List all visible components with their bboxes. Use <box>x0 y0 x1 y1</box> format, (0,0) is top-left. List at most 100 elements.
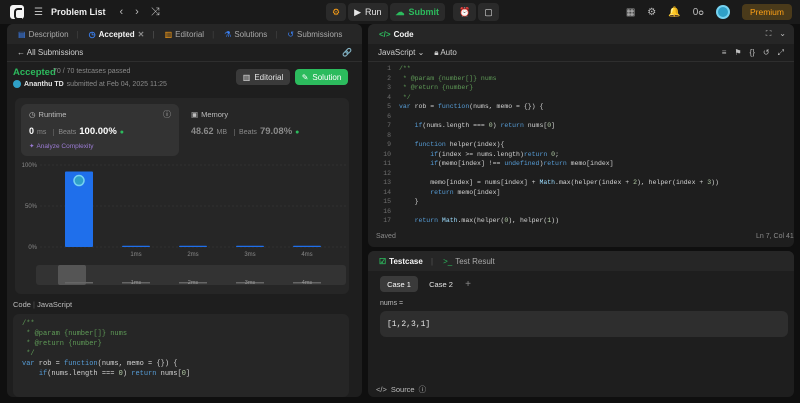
leetcode-logo-icon[interactable] <box>10 5 24 20</box>
code-line: var rob = function(nums, memo = {}) { <box>399 103 544 110</box>
memory-beats-value: 79.08% <box>259 126 293 137</box>
runtime-value: 0 <box>29 126 35 136</box>
code-icon: </> <box>376 385 387 394</box>
tab-solutions[interactable]: ⚗ Solutions | <box>219 24 282 44</box>
tab-testcase[interactable]: ☑ Testcase | <box>374 251 438 271</box>
nums-input-field[interactable]: [1,2,3,1] <box>380 311 788 337</box>
share-link-icon[interactable]: 🔗 <box>342 48 352 57</box>
line-number: 2 <box>387 74 391 82</box>
submitted-at: submitted at Feb 04, 2025 11:25 <box>66 80 167 88</box>
memory-card[interactable]: ▣ Memory 48.62 MB Beats 79.08% ● <box>185 104 343 156</box>
tab-accepted[interactable]: ◷ Accepted ✕ | <box>84 24 160 44</box>
code-line: * @return {number} <box>399 84 474 91</box>
tab-editorial[interactable]: ▥ Editorial | <box>160 24 220 44</box>
line-number: 4 <box>387 93 391 101</box>
code-line: if(nums.length === 0) return nums[0] <box>414 122 556 129</box>
notes-button[interactable]: ▢ <box>478 3 499 21</box>
submitted-code-line: * @param {number[]} nums <box>22 330 128 338</box>
submitted-code-line: */ <box>22 350 35 358</box>
source-toggle[interactable]: </> Source ⓘ <box>376 384 426 395</box>
book-icon: ▥ <box>242 72 251 82</box>
saved-status: Saved <box>376 233 396 240</box>
book-icon: ▥ <box>164 29 173 39</box>
case-1-tab[interactable]: Case 1 <box>380 276 418 292</box>
code-line: return Math.max(helper(0), helper(1)) <box>414 217 559 224</box>
submitted-code-line: /** <box>22 320 35 328</box>
format-icon[interactable]: ≡ <box>722 48 727 58</box>
submit-button[interactable]: ☁ Submit <box>389 3 446 21</box>
shuffle-icon[interactable]: ⤨ <box>151 6 160 19</box>
reset-icon[interactable]: ↺ <box>763 48 770 58</box>
submitter-avatar <box>13 80 21 88</box>
party-emoji-icon: ● <box>119 129 125 136</box>
braces-icon[interactable]: {} <box>750 48 755 58</box>
fullscreen-icon[interactable]: ⤢ <box>778 48 784 58</box>
editorial-button[interactable]: ▥ Editorial <box>236 69 290 85</box>
user-avatar[interactable] <box>715 5 730 19</box>
checkbox-icon: ☑ <box>379 256 387 266</box>
code-line: } <box>399 198 419 205</box>
runtime-beats-label: Beats <box>53 129 76 136</box>
maximize-icon[interactable]: ⛶ <box>766 29 772 39</box>
auto-toggle[interactable]: 🔒︎ Auto <box>434 48 457 58</box>
terminal-icon: >_ <box>443 256 453 266</box>
next-problem-icon[interactable]: › <box>135 6 139 19</box>
run-button[interactable]: ▶ Run <box>348 3 388 21</box>
language-select[interactable]: JavaScript ⌄ <box>378 48 424 58</box>
submitted-code-line: var rob = function(nums, memo = {}) { <box>22 360 178 368</box>
case-2-tab[interactable]: Case 2 <box>424 276 458 292</box>
prev-problem-icon[interactable]: ‹ <box>119 6 123 19</box>
code-line: function helper(index){ <box>414 141 505 148</box>
submitted-code-line: * @return {number} <box>22 340 102 348</box>
code-line: * @param {number[]} nums <box>399 74 497 82</box>
pencil-icon: ✎ <box>301 72 309 82</box>
help-circle-icon[interactable]: ⓘ <box>419 384 427 395</box>
chip-icon: ▣ <box>191 110 199 119</box>
timer-button[interactable]: ⏰ <box>453 3 477 21</box>
line-number: 3 <box>387 84 391 91</box>
line-number: 5 <box>387 103 391 110</box>
add-case-button[interactable]: + <box>460 276 476 292</box>
tab-description[interactable]: ▤ Description | <box>13 24 84 44</box>
lock-icon: 🔒︎ <box>434 47 439 57</box>
testcases-passed: 70 / 70 testcases passed <box>53 68 131 75</box>
line-number: 15 <box>383 198 391 205</box>
history-icon: ↺ <box>287 29 295 39</box>
submitter-name[interactable]: Ananthu TD <box>24 81 64 88</box>
bookmark-icon[interactable]: ⚑ <box>734 48 741 58</box>
problem-list-link[interactable]: Problem List <box>51 7 106 17</box>
list-icon[interactable]: ☰ <box>34 7 43 18</box>
tab-submissions[interactable]: ↺ Submissions <box>282 24 347 44</box>
code-line: */ <box>399 93 411 101</box>
debug-button[interactable]: ⚙ <box>326 3 347 21</box>
status-accepted: Accepted <box>13 67 56 78</box>
code-line: if(index >= nums.length)return 0; <box>430 150 559 158</box>
all-submissions-link[interactable]: ← All Submissions <box>17 48 83 57</box>
runtime-card[interactable]: ◷ Runtime ⓘ 0 ms Beats 100.00% ● ✦ Analyze… <box>21 104 179 156</box>
analyze-complexity-link[interactable]: ✦ Analyze Complexity <box>29 142 94 151</box>
memory-unit: MB <box>216 129 228 136</box>
line-number: 9 <box>387 141 391 148</box>
info-icon[interactable]: ⓘ <box>163 109 171 120</box>
tab-code[interactable]: </> Code <box>374 24 419 44</box>
notification-bell-icon[interactable]: 🔔 <box>668 7 680 18</box>
code-label: Code | JavaScript <box>13 300 73 309</box>
layout-icon[interactable]: ▦ <box>626 7 635 18</box>
code-editor[interactable]: 1 /** 2 * @param {number[]} nums 3 * @retur… <box>371 58 793 228</box>
flask-icon: ⚗ <box>224 29 232 39</box>
submitter-info: Ananthu TD submitted at Feb 04, 2025 11:… <box>13 80 167 88</box>
line-number: 6 <box>387 112 391 120</box>
memory-value: 48.62 <box>191 126 214 136</box>
collapse-icon[interactable]: ⌄ <box>779 29 786 39</box>
line-number: 14 <box>383 188 391 196</box>
settings-gear-icon[interactable]: ⚙ <box>647 7 656 18</box>
submissions-subheader: ← All Submissions 🔗 <box>7 44 362 62</box>
streak-counter[interactable]: ߋ0 <box>693 7 704 18</box>
premium-button[interactable]: Premium <box>741 4 792 20</box>
code-line: return memo[index] <box>430 188 501 196</box>
left-tabs: ▤ Description | ◷ Accepted ✕ | ▥ Editorial | ⚗ S… <box>7 24 362 44</box>
close-tab-icon[interactable]: ✕ <box>138 30 145 39</box>
tab-test-result[interactable]: >_ Test Result <box>438 251 500 271</box>
line-number: 11 <box>383 160 391 167</box>
solution-button[interactable]: ✎ Solution <box>295 69 348 85</box>
